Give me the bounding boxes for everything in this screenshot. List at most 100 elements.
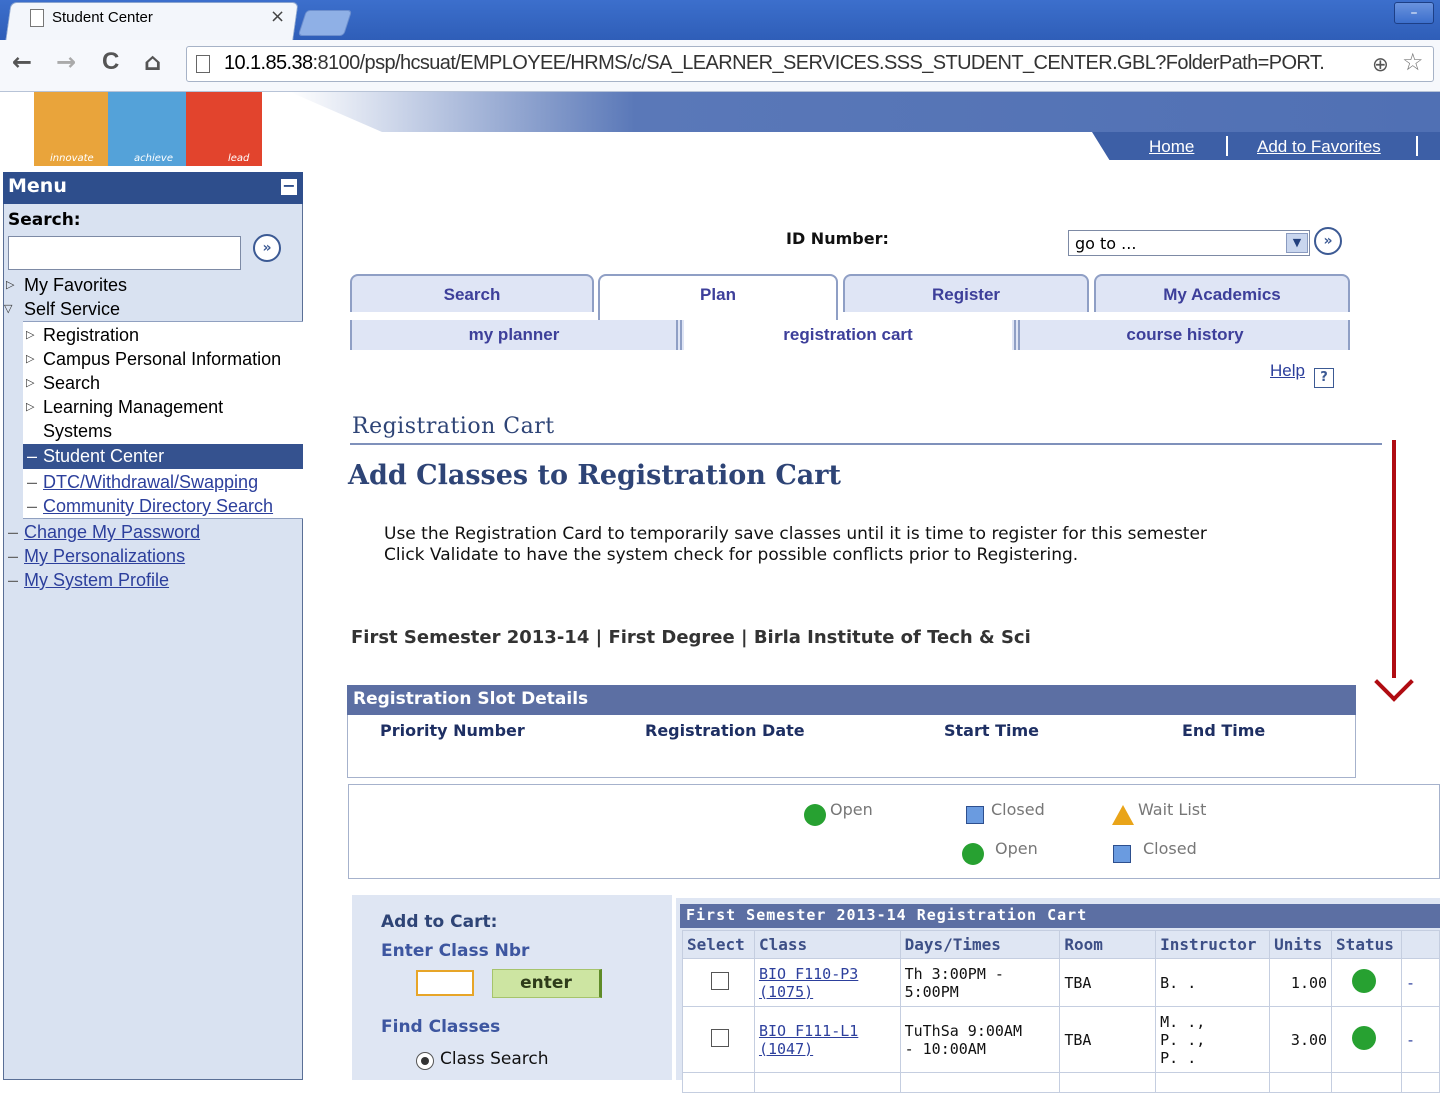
forward-arrow-icon[interactable]: → bbox=[56, 48, 76, 76]
col-class: Class bbox=[753, 930, 901, 959]
delete-cell bbox=[1401, 1072, 1440, 1093]
menu-item-personalizations[interactable]: My Personalizations bbox=[24, 546, 185, 567]
slot-col-reg-date: Registration Date bbox=[645, 721, 805, 740]
class-nbr-link[interactable]: (1047) bbox=[759, 1040, 813, 1058]
cart-table: Select Class Days/Times Room Instructor … bbox=[682, 930, 1440, 1093]
home-link[interactable]: Home bbox=[1149, 137, 1194, 157]
document-icon bbox=[30, 9, 44, 27]
new-tab-button[interactable] bbox=[297, 10, 353, 36]
menu-item-community-directory[interactable]: Community Directory Search bbox=[43, 496, 273, 517]
menu-item-system-profile[interactable]: My System Profile bbox=[24, 570, 169, 591]
menu-search-input[interactable] bbox=[8, 236, 241, 270]
units-cell bbox=[1269, 1072, 1333, 1093]
instructions-text: Use the Registration Card to temporarily… bbox=[384, 524, 1207, 565]
slot-col-priority: Priority Number bbox=[380, 721, 525, 740]
tab-register[interactable]: Register bbox=[843, 274, 1089, 312]
subtab-my-planner[interactable]: my planner bbox=[358, 320, 670, 350]
expand-arrow-icon[interactable]: ▷ bbox=[6, 278, 14, 291]
delete-link[interactable]: - bbox=[1406, 974, 1415, 992]
bookmark-star-icon[interactable]: ☆ bbox=[1402, 48, 1424, 76]
chevron-down-icon[interactable]: ▼ bbox=[1286, 233, 1308, 253]
room-cell: TBA bbox=[1059, 1006, 1157, 1073]
menu-title: Menu bbox=[3, 172, 303, 204]
instructor-name: M. ., bbox=[1160, 1012, 1206, 1031]
expand-arrow-icon[interactable]: ▷ bbox=[26, 328, 34, 341]
find-classes-label: Find Classes bbox=[381, 1017, 501, 1037]
expand-arrow-icon[interactable]: ▷ bbox=[26, 352, 34, 365]
subtab-separator bbox=[676, 320, 682, 350]
menu-item-search[interactable]: Search bbox=[43, 373, 100, 394]
menu-item-learning-management-cont[interactable]: Systems bbox=[43, 421, 112, 442]
menu-item-dtc-withdrawal[interactable]: DTC/Withdrawal/Swapping bbox=[43, 472, 258, 493]
title-divider bbox=[350, 443, 1382, 445]
goto-dropdown[interactable]: go to ... bbox=[1068, 230, 1310, 256]
add-to-favorites-link[interactable]: Add to Favorites bbox=[1257, 137, 1381, 157]
tab-search[interactable]: Search bbox=[350, 274, 594, 312]
dash-marker: – bbox=[8, 546, 19, 566]
reload-icon[interactable]: C bbox=[102, 48, 119, 76]
class-nbr-link[interactable]: (1075) bbox=[759, 983, 813, 1001]
menu-item-my-favorites[interactable]: My Favorites bbox=[24, 275, 127, 296]
room-cell: TBA bbox=[1059, 958, 1157, 1007]
zoom-icon[interactable]: ⊕ bbox=[1372, 52, 1389, 76]
instructor-cell bbox=[1155, 1072, 1271, 1093]
logo-word: lead bbox=[228, 153, 250, 164]
annotation-arrow-down-icon bbox=[1374, 662, 1414, 702]
menu-item-self-service[interactable]: Self Service bbox=[24, 299, 120, 320]
home-icon[interactable]: ⌂ bbox=[144, 48, 161, 76]
enter-button[interactable]: enter bbox=[492, 969, 602, 998]
enter-class-nbr-label: Enter Class Nbr bbox=[381, 941, 530, 961]
class-link[interactable]: BIO F111-L1 bbox=[759, 1022, 858, 1040]
page-subheading: Add Classes to Registration Cart bbox=[348, 460, 842, 491]
menu-search-label: Search: bbox=[8, 210, 81, 230]
dash-marker: – bbox=[27, 446, 38, 466]
dash-marker: – bbox=[27, 472, 38, 492]
collapse-arrow-icon[interactable]: ▽ bbox=[4, 302, 12, 315]
page-icon bbox=[196, 55, 210, 73]
delete-cell: - bbox=[1401, 958, 1440, 1007]
col-units: Units bbox=[1269, 930, 1333, 959]
goto-go-icon[interactable]: » bbox=[1314, 227, 1342, 255]
expand-arrow-icon[interactable]: ▷ bbox=[26, 400, 34, 413]
slot-details-title: Registration Slot Details bbox=[347, 685, 1356, 715]
menu-item-change-password[interactable]: Change My Password bbox=[24, 522, 200, 543]
col-status: Status bbox=[1331, 930, 1403, 959]
menu-item-student-center[interactable]: Student Center bbox=[43, 446, 164, 467]
collapse-icon[interactable]: − bbox=[280, 178, 298, 196]
select-checkbox[interactable] bbox=[711, 971, 729, 990]
expand-arrow-icon[interactable]: ▷ bbox=[26, 376, 34, 389]
minimize-window-button[interactable]: – bbox=[1394, 2, 1434, 24]
back-arrow-icon[interactable]: ← bbox=[12, 48, 32, 76]
select-checkbox[interactable] bbox=[711, 1028, 729, 1047]
wait-list-icon bbox=[1112, 805, 1134, 825]
delete-link[interactable]: - bbox=[1406, 1031, 1415, 1049]
subtab-registration-cart[interactable]: registration cart bbox=[684, 320, 1012, 350]
class-search-radio[interactable] bbox=[416, 1052, 434, 1070]
institution-logo: innovate achieve lead bbox=[34, 92, 262, 166]
menu-item-campus-personal-information[interactable]: Campus Personal Information bbox=[43, 349, 281, 370]
select-cell bbox=[682, 958, 755, 1007]
col-select: Select bbox=[682, 930, 755, 959]
cart-header-row: Select Class Days/Times Room Instructor … bbox=[682, 930, 1440, 959]
class-link[interactable]: BIO F110-P3 bbox=[759, 965, 858, 983]
menu-search-go-icon[interactable]: » bbox=[253, 234, 281, 262]
open-status-icon bbox=[804, 804, 826, 826]
term-info: First Semester 2013-14 | First Degree | … bbox=[351, 627, 1031, 648]
help-icon[interactable]: ? bbox=[1314, 368, 1334, 388]
help-link[interactable]: Help bbox=[1270, 361, 1305, 381]
tab-close-icon[interactable]: × bbox=[270, 6, 285, 27]
menu-item-registration[interactable]: Registration bbox=[43, 325, 139, 346]
dash-marker: – bbox=[27, 496, 38, 516]
table-row: BIO F111-L1 (1047) TuThSa 9:00AM - 10:00AM… bbox=[682, 1006, 1440, 1073]
subtab-course-history[interactable]: course history bbox=[1022, 320, 1348, 350]
class-nbr-input[interactable] bbox=[416, 970, 474, 996]
id-number-label: ID Number: bbox=[786, 229, 889, 248]
tab-my-academics[interactable]: My Academics bbox=[1094, 274, 1350, 312]
class-search-radio-label: Class Search bbox=[440, 1049, 549, 1069]
tab-plan[interactable]: Plan bbox=[598, 274, 838, 320]
url-text[interactable]: 10.1.85.38:8100/psp/hcsuat/EMPLOYEE/HRMS… bbox=[224, 52, 1364, 75]
class-cell: BIO F111-L1 (1047) bbox=[753, 1006, 901, 1073]
table-row bbox=[682, 1072, 1440, 1093]
legend-open: Open bbox=[830, 800, 873, 819]
menu-item-learning-management[interactable]: Learning Management bbox=[43, 397, 223, 418]
